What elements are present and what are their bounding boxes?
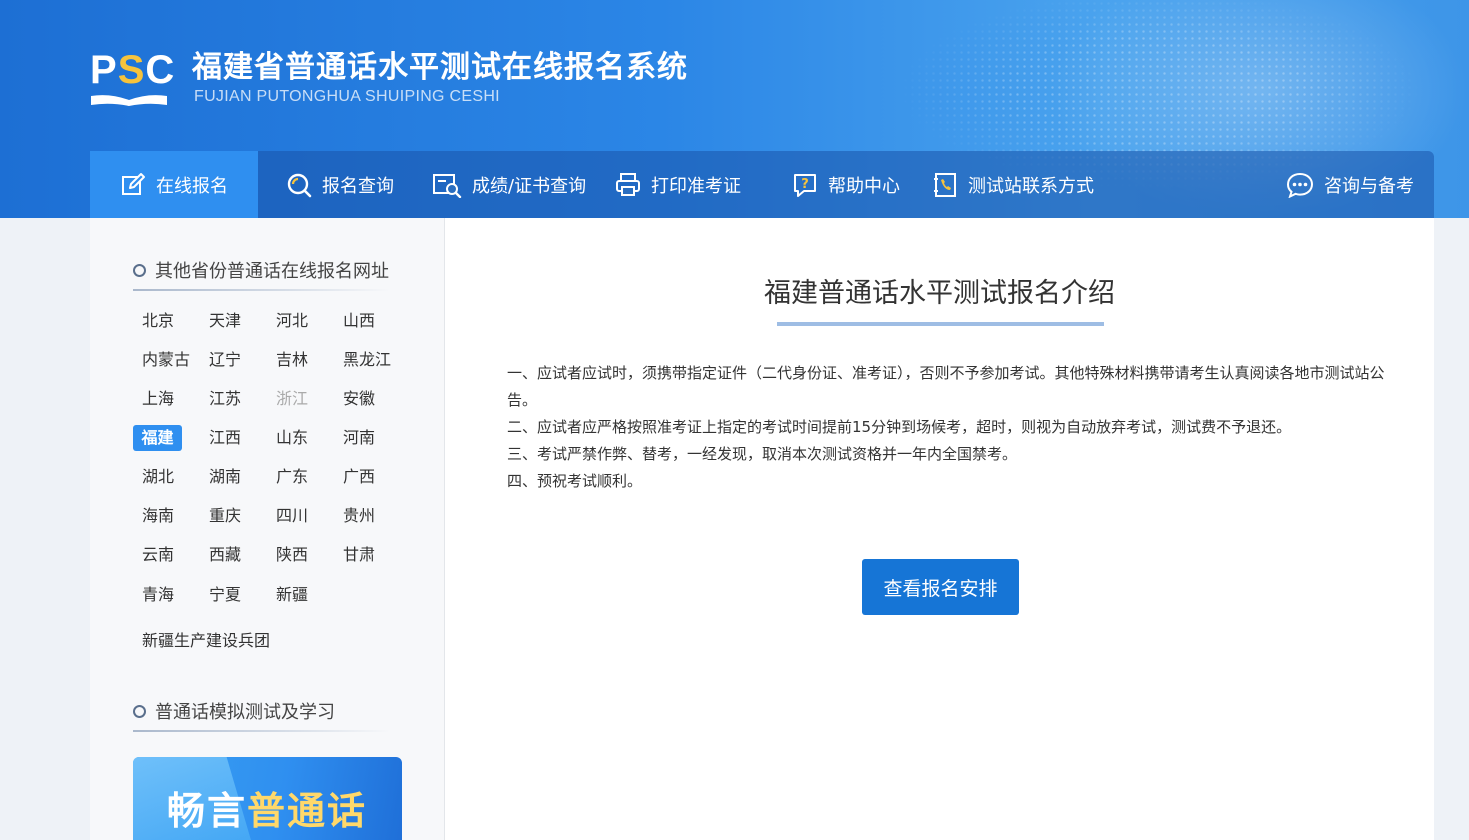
printer-icon [616,172,640,196]
province-link[interactable]: 西藏 [209,542,241,568]
province-link[interactable]: 河北 [276,308,308,334]
province-link[interactable]: 内蒙古 [142,347,190,373]
province-link[interactable]: 山西 [343,308,375,334]
province-link[interactable]: 山东 [276,425,308,451]
notice-item: 三、考试严禁作弊、替考，一经发现，取消本次测试资格并一年内全国禁考。 [507,445,1018,463]
circle-bullet-icon [133,704,146,718]
nav-registration-query[interactable]: 报名查询 [286,151,394,218]
nav-label: 在线报名 [156,175,228,197]
study-heading: 普通话模拟测试及学习 [133,698,335,724]
notice-item: 一、应试者应试时，须携带指定证件（二代身份证、准考证），否则不予参加考试。其他特… [507,364,1385,409]
edit-icon [122,172,145,195]
title-underline [777,322,1104,326]
nav-label: 咨询与备考 [1324,175,1414,197]
nav-online-registration[interactable]: 在线报名 [90,151,258,218]
logo-p: P [90,48,118,92]
search-icon [287,173,312,197]
divider [133,289,390,291]
province-link[interactable]: 吉林 [276,347,308,373]
province-link-xpcc[interactable]: 新疆生产建设兵团 [142,628,270,654]
province-link[interactable]: 宁夏 [209,582,241,608]
province-link[interactable]: 四川 [276,503,308,529]
province-link[interactable]: 江苏 [209,386,241,412]
province-link-disabled: 浙江 [276,389,309,408]
nav-consult-prepare[interactable]: 咨询与备考 [1286,151,1414,218]
site-title: 福建省普通话水平测试在线报名系统 [192,50,688,85]
circle-bullet-icon [133,263,146,277]
certificate-search-icon [433,173,462,198]
province-link[interactable]: 青海 [142,582,174,608]
province-link[interactable]: 甘肃 [343,542,375,568]
province-link[interactable]: 广东 [276,464,308,490]
nav-label: 测试站联系方式 [968,175,1094,197]
province-link[interactable]: 云南 [142,542,174,568]
promo-text-highlight: 普通话 [247,789,368,833]
header-banner: PSC 福建省普通话水平测试在线报名系统 FUJIAN PUTONGHUA SH… [0,0,1469,218]
province-link[interactable]: 新疆 [276,582,308,608]
help-icon: ? [794,173,816,197]
divider [133,730,390,732]
view-schedule-button[interactable]: 查看报名安排 [862,559,1019,615]
province-link[interactable]: 天津 [209,308,241,334]
province-link[interactable]: 海南 [142,503,174,529]
svg-text:?: ? [801,177,809,192]
provinces-heading: 其他省份普通话在线报名网址 [133,257,389,283]
province-link[interactable]: 江西 [209,425,241,451]
province-link[interactable]: 安徽 [343,386,375,412]
changyan-promo-banner[interactable]: 畅言普通话 [133,757,402,840]
logo-s: S [117,48,146,92]
psc-logo[interactable]: PSC [90,48,174,108]
province-link[interactable]: 广西 [343,464,375,490]
main-nav: 在线报名 报名查询 成绩/证书查询 打印准考证 ? 帮助中心 测试站联系方式 咨… [90,151,1434,218]
notice-item: 四、预祝考试顺利。 [507,472,643,490]
main-content: 福建普通话水平测试报名介绍 一、应试者应试时，须携带指定证件（二代身份证、准考证… [445,218,1434,840]
province-link[interactable]: 湖北 [142,464,174,490]
notice-list: 一、应试者应试时，须携带指定证件（二代身份证、准考证），否则不予参加考试。其他特… [507,360,1387,495]
nav-help-center[interactable]: ? 帮助中心 [792,151,900,218]
province-link[interactable]: 贵州 [343,503,375,529]
chat-icon [1286,172,1314,198]
phone-contact-icon [934,172,956,197]
site-subtitle: FUJIAN PUTONGHUA SHUIPING CESHI [194,88,500,105]
province-link-selected[interactable]: 福建 [133,425,182,451]
nav-station-contact[interactable]: 测试站联系方式 [932,151,1094,218]
province-link[interactable]: 黑龙江 [343,347,391,373]
logo-c: C [145,48,176,92]
province-link[interactable]: 河南 [343,425,375,451]
province-link[interactable]: 湖南 [209,464,241,490]
province-link[interactable]: 陕西 [276,542,308,568]
nav-label: 帮助中心 [828,175,900,197]
nav-print-admission[interactable]: 打印准考证 [615,151,741,218]
nav-label: 成绩/证书查询 [472,175,587,197]
page-title: 福建普通话水平测试报名介绍 [764,278,1115,309]
sidebar: 其他省份普通话在线报名网址 北京 天津 河北 山西 内蒙古 辽宁 吉林 黑龙江 … [90,218,445,840]
nav-label: 打印准考证 [651,175,741,197]
province-link[interactable]: 上海 [142,386,174,412]
notice-item: 二、应试者应严格按照准考证上指定的考试时间提前15分钟到场候考，超时，则视为自动… [507,418,1292,436]
province-link[interactable]: 重庆 [209,503,241,529]
book-icon [91,95,167,106]
nav-label: 报名查询 [322,175,394,197]
province-link[interactable]: 北京 [142,308,174,334]
province-link[interactable]: 辽宁 [209,347,241,373]
nav-score-certificate-query[interactable]: 成绩/证书查询 [432,151,586,218]
promo-text: 畅言 [167,789,248,833]
